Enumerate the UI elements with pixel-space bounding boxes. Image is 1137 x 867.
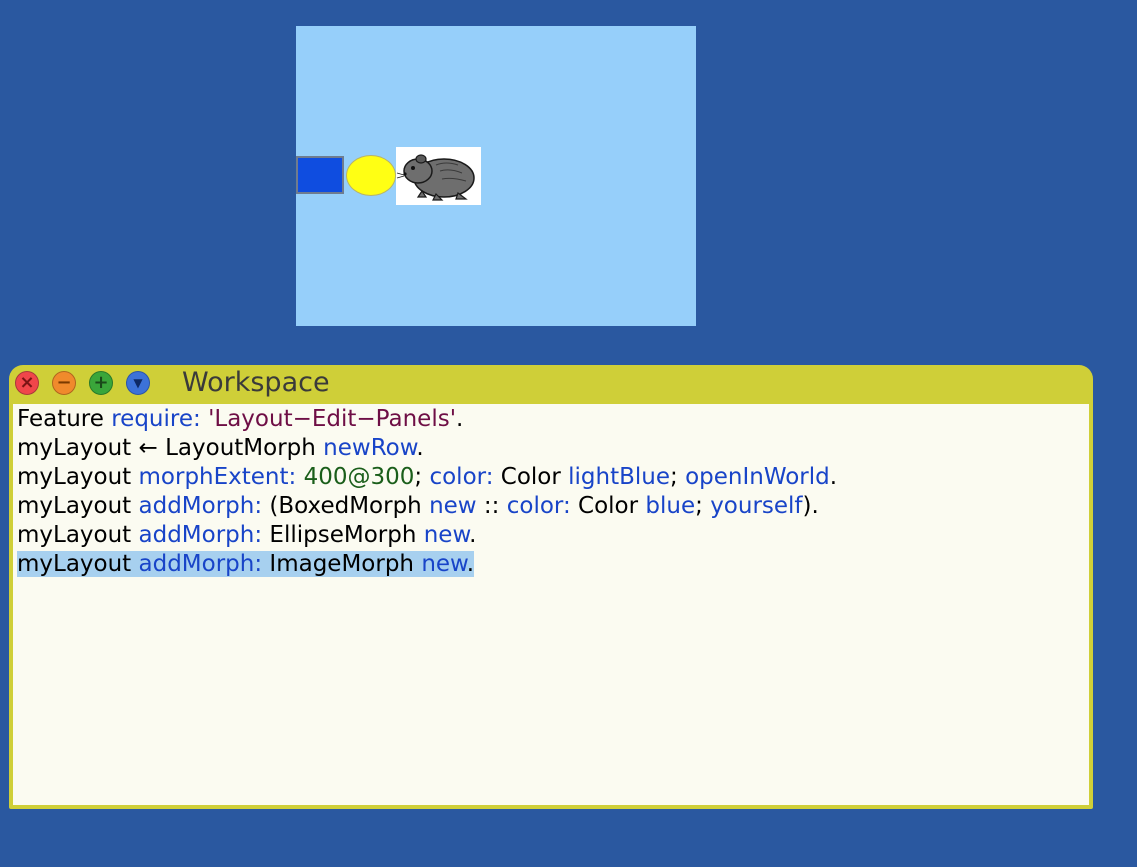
image-morph[interactable] (396, 147, 481, 205)
window-menu-icon[interactable]: ▼ (126, 371, 150, 395)
code-token: ; (670, 464, 686, 490)
code-token: newRow (323, 435, 417, 461)
code-token: myLayout ← LayoutMorph (17, 435, 324, 461)
code-token: . (456, 406, 464, 432)
code-token: Feature (17, 406, 112, 432)
code-token: color: (506, 493, 579, 519)
guinea-pig-icon (396, 154, 475, 201)
code-token: addMorph: (138, 551, 270, 577)
code-token: ImageMorph (269, 551, 422, 577)
code-token: (BoxedMorph (269, 493, 430, 519)
window-title: Workspace (182, 367, 330, 398)
code-token: 'Layout−Edit−Panels' (208, 406, 457, 432)
code-token: ; (695, 493, 711, 519)
window-title-bar[interactable]: × − + ▼ Workspace (9, 365, 1093, 403)
code-token: new (429, 493, 484, 519)
code-line[interactable]: myLayout morphExtent: 400@300; color: Co… (17, 463, 1089, 492)
code-line[interactable]: myLayout ← LayoutMorph newRow. (17, 434, 1089, 463)
code-token: . (829, 464, 838, 490)
code-token: yourself (710, 493, 803, 519)
code-token: blue (645, 493, 696, 519)
code-token: ). (802, 493, 819, 519)
code-token: myLayout (17, 464, 139, 490)
close-icon[interactable]: × (15, 371, 39, 395)
code-line[interactable]: myLayout addMorph: (BoxedMorph new :: co… (17, 492, 1089, 521)
collapse-icon[interactable]: − (52, 371, 76, 395)
code-editor[interactable]: Feature require: 'Layout−Edit−Panels'. my… (13, 404, 1089, 805)
code-token: Color (578, 493, 646, 519)
expand-icon[interactable]: + (89, 371, 113, 395)
code-token: openInWorld (685, 464, 830, 490)
code-token: 400@300 (303, 464, 415, 490)
layout-morph-row[interactable] (296, 26, 696, 326)
code-token: Color (500, 464, 569, 490)
code-token: addMorph: (138, 493, 270, 519)
code-token: new (421, 551, 467, 577)
code-token: :: (483, 493, 507, 519)
code-token: . (416, 435, 424, 461)
code-line[interactable]: myLayout addMorph: ImageMorph new. (17, 550, 1089, 579)
code-token: EllipseMorph (269, 522, 424, 548)
ellipse-morph-yellow[interactable] (346, 155, 396, 196)
code-line[interactable]: myLayout addMorph: EllipseMorph new. (17, 521, 1089, 550)
code-token: require: (111, 406, 209, 432)
code-token: new (423, 522, 470, 548)
code-token: color: (429, 464, 501, 490)
code-token: ; (414, 464, 430, 490)
code-token: morphExtent: (138, 464, 304, 490)
code-token: myLayout (17, 493, 139, 519)
code-token: myLayout (17, 551, 139, 577)
boxed-morph-blue[interactable] (296, 156, 344, 194)
code-token: lightBlue (568, 464, 671, 490)
code-token: myLayout (17, 522, 139, 548)
workspace-window[interactable]: × − + ▼ Workspace Feature require: 'Layo… (9, 365, 1093, 809)
code-line[interactable]: Feature require: 'Layout−Edit−Panels'. (17, 405, 1089, 434)
text-selection[interactable]: myLayout addMorph: ImageMorph new. (17, 551, 475, 577)
code-token: . (469, 522, 477, 548)
code-token: . (466, 551, 475, 577)
code-token: addMorph: (138, 522, 270, 548)
